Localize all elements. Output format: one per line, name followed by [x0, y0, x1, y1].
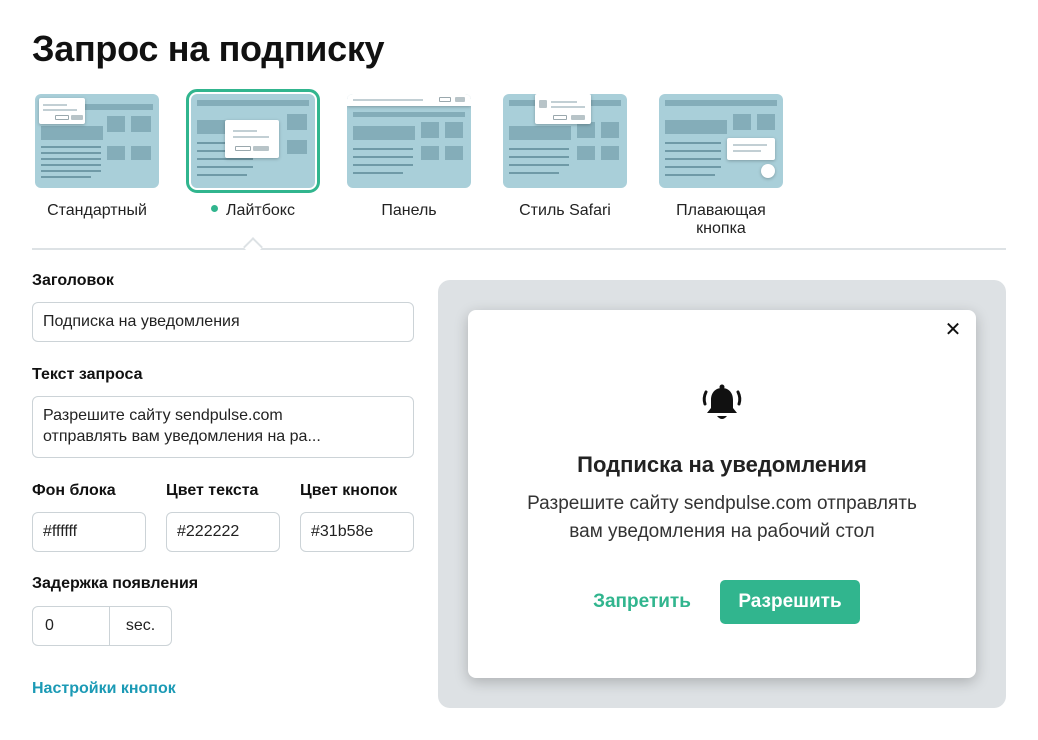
style-option-lightbox[interactable]: Лайтбокс: [186, 89, 320, 220]
floating-button-thumbnail: [659, 94, 783, 188]
selected-tab-pointer: [243, 237, 263, 257]
standard-thumbnail: [35, 94, 159, 188]
page-title: Запрос на подписку: [32, 28, 385, 69]
background-color-input[interactable]: #ffffff: [32, 512, 146, 552]
title-label: Заголовок: [32, 272, 114, 289]
style-option-standard[interactable]: Стандартный: [32, 92, 162, 220]
delay-input[interactable]: 0: [33, 607, 110, 645]
request-text-input[interactable]: Разрешите сайту sendpulse.com отправлять …: [32, 396, 414, 458]
allow-button[interactable]: Разрешить: [720, 580, 860, 624]
delay-input-group: 0 sec.: [32, 606, 172, 646]
style-option-floating-button[interactable]: Плавающая кнопка: [656, 92, 786, 238]
safari-thumbnail: [503, 94, 627, 188]
style-label-safari: Стиль Safari: [519, 202, 611, 219]
deny-button[interactable]: Запретить: [578, 580, 706, 624]
preview-area: ✕ Подписка на уведомления Разрешите сайт…: [438, 280, 1006, 708]
request-text-label: Текст запроса: [32, 366, 143, 383]
background-color-label: Фон блока: [32, 482, 116, 499]
delay-unit: sec.: [125, 617, 156, 634]
style-tabs-divider: [32, 248, 1006, 250]
style-label-standard: Стандартный: [47, 202, 147, 219]
bell-icon: [702, 384, 742, 419]
style-label-floating-button: Плавающая кнопка: [676, 202, 766, 237]
close-icon[interactable]: ✕: [942, 319, 964, 341]
style-selector: Стандартный Лайтбокс Панель Стиль Safari…: [32, 89, 1006, 257]
style-label-panel: Панель: [381, 202, 437, 219]
button-settings-link[interactable]: Настройки кнопок: [32, 680, 176, 698]
popup-title: Подписка на уведомления: [577, 452, 867, 477]
selected-dot-icon: [211, 205, 219, 213]
button-color-input[interactable]: #31b58e: [300, 512, 414, 552]
popup-text: Разрешите сайту sendpulse.com отправлять…: [527, 493, 917, 542]
subscription-popup-preview: ✕ Подписка на уведомления Разрешите сайт…: [468, 310, 976, 678]
style-label-lightbox: Лайтбокс: [188, 202, 318, 220]
lightbox-thumbnail: [186, 89, 320, 193]
style-option-panel[interactable]: Панель: [344, 92, 474, 220]
style-option-safari[interactable]: Стиль Safari: [500, 92, 630, 220]
delay-label: Задержка появления: [32, 575, 199, 592]
button-color-label: Цвет кнопок: [300, 482, 398, 499]
panel-thumbnail: [347, 94, 471, 188]
text-color-label: Цвет текста: [166, 482, 259, 499]
text-color-input[interactable]: #222222: [166, 512, 280, 552]
title-input[interactable]: Подписка на уведомления: [32, 302, 414, 342]
